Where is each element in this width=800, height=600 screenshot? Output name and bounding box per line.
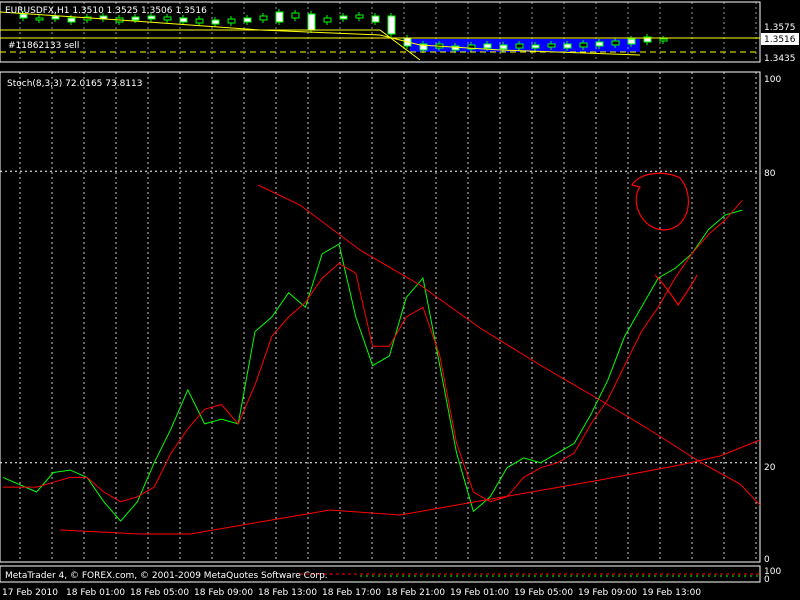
candle-body (387, 15, 396, 35)
chart-background (0, 0, 800, 600)
candle-body (483, 43, 492, 49)
candle-body (227, 18, 236, 24)
time-axis-label: 19 Feb 09:00 (578, 588, 637, 598)
indicator-axis-label: 80 (764, 169, 776, 179)
candle-body (291, 12, 300, 19)
time-axis-label: 18 Feb 17:00 (322, 588, 381, 598)
candle-body (35, 17, 44, 21)
candle-body (147, 15, 156, 20)
symbol-label: EURUSDFX,H1 1.3510 1.3525 1.3506 1.3516 (5, 6, 207, 16)
candle-body (371, 15, 380, 23)
candle-body (275, 11, 284, 23)
time-axis-label: 18 Feb 01:00 (66, 588, 125, 598)
candle-body (547, 43, 556, 48)
candle-body (259, 15, 268, 21)
candle-body (531, 44, 540, 49)
candle-body (499, 44, 508, 50)
candle-body (355, 14, 364, 19)
candle-body (179, 17, 188, 23)
chart-canvas: EURUSDFX,H1 1.3510 1.3525 1.3506 1.3516 … (0, 0, 800, 600)
time-axis-label: 18 Feb 21:00 (386, 588, 445, 598)
candle-body (195, 18, 204, 24)
order-label: #11862133 sell (8, 41, 79, 51)
candle-body (595, 41, 604, 47)
candle-body (563, 43, 572, 49)
indicator-axis-label: 100 (764, 75, 781, 85)
candle-body (515, 43, 524, 49)
candle-body (323, 17, 332, 23)
footer-text: MetaTrader 4, © FOREX.com, © 2001-2009 M… (5, 571, 328, 581)
candle-body (243, 17, 252, 23)
price-axis-label: 1.3435 (764, 54, 796, 64)
candle-body (51, 15, 60, 20)
price-axis-label: 1.3575 (764, 23, 796, 33)
current-price-label: 1.3516 (764, 35, 796, 45)
mini-axis-label: 0 (764, 575, 770, 585)
indicator-label: Stoch(8,3,3) 72.0165 73.8113 (7, 79, 142, 89)
candle-body (211, 19, 220, 25)
candle-body (339, 15, 348, 20)
candle-body (611, 40, 620, 46)
candle-body (307, 13, 316, 31)
candle-body (67, 17, 76, 23)
candle-body (131, 16, 140, 21)
candle-body (627, 38, 636, 45)
time-axis-label: 18 Feb 13:00 (258, 588, 317, 598)
selection-rectangle[interactable] (410, 39, 640, 52)
indicator-axis-label: 20 (764, 463, 776, 473)
candle-body (659, 38, 668, 42)
time-axis-label: 18 Feb 05:00 (130, 588, 189, 598)
time-axis-label: 17 Feb 2010 (2, 588, 58, 598)
time-axis-label: 19 Feb 13:00 (642, 588, 701, 598)
time-axis: 17 Feb 2010 18 Feb 01:00 18 Feb 05:00 18 Fe… (2, 588, 701, 598)
candle-body (579, 42, 588, 48)
time-axis-label: 19 Feb 01:00 (450, 588, 509, 598)
time-axis-label: 18 Feb 09:00 (194, 588, 253, 598)
candle-body (163, 16, 172, 21)
indicator-axis-label: 0 (764, 555, 770, 565)
time-axis-label: 19 Feb 05:00 (514, 588, 573, 598)
